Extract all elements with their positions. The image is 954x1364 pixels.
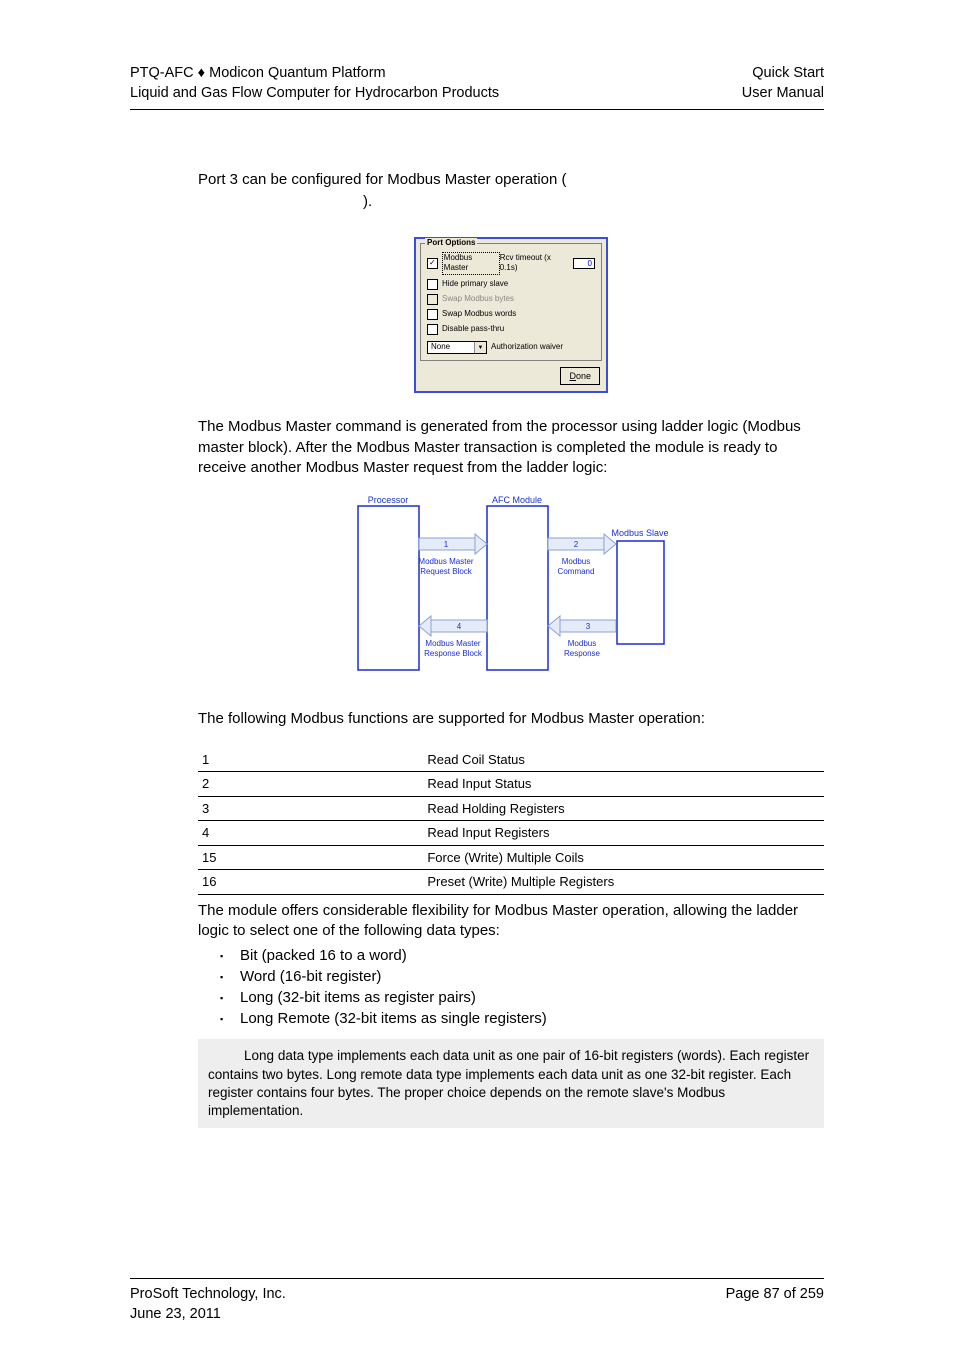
auth-waiver-value: None: [431, 342, 450, 353]
svg-text:Modbus Master: Modbus Master: [425, 639, 480, 648]
rcv-timeout-input[interactable]: 0: [573, 258, 595, 269]
body-para-4: The module offers considerable flexibili…: [198, 901, 824, 942]
table-row: 15Force (Write) Multiple Coils: [198, 845, 824, 870]
svg-text:Command: Command: [558, 567, 595, 576]
list-item: Long (32-bit items as register pairs): [220, 987, 824, 1008]
footer-rule: [130, 1278, 824, 1279]
body-para-2: The Modbus Master command is generated f…: [198, 417, 824, 478]
svg-text:Modbus Slave: Modbus Slave: [611, 528, 668, 538]
auth-waiver-select[interactable]: None ▼: [427, 341, 487, 354]
diamond-icon: ♦: [198, 65, 205, 81]
note-text: Long data type implements each data unit…: [208, 1048, 809, 1118]
table-row: 2Read Input Status: [198, 772, 824, 797]
body-para-1a: Port 3 can be configured for Modbus Mast…: [198, 171, 567, 188]
svg-text:Response: Response: [564, 649, 601, 658]
svg-text:Response Block: Response Block: [424, 649, 483, 658]
svg-text:Modbus: Modbus: [568, 639, 596, 648]
svg-text:2: 2: [574, 540, 579, 549]
svg-text:Modbus: Modbus: [562, 557, 590, 566]
table-row: 16Preset (Write) Multiple Registers: [198, 870, 824, 895]
svg-text:4: 4: [457, 622, 462, 631]
footer-date: June 23, 2011: [130, 1305, 221, 1325]
page-footer: ProSoft Technology, Inc. Page 87 of 259 …: [130, 1278, 824, 1324]
opt-disable-passthru-label: Disable pass-thru: [442, 324, 504, 335]
svg-text:3: 3: [586, 622, 591, 631]
rcv-timeout-label: Rcv timeout (x 0.1s): [500, 253, 570, 275]
svg-text:Request Block: Request Block: [420, 567, 473, 576]
header-subtitle: Liquid and Gas Flow Computer for Hydroca…: [130, 84, 499, 104]
done-button[interactable]: Done: [560, 367, 600, 385]
chevron-down-icon: ▼: [474, 342, 486, 353]
table-row: 1Read Coil Status: [198, 748, 824, 772]
checkbox-swap-words[interactable]: [427, 309, 438, 320]
modbus-flow-diagram: Processor AFC Module Modbus Slave 1 Modb…: [346, 494, 676, 681]
list-item: Bit (packed 16 to a word): [220, 945, 824, 966]
list-item: Long Remote (32-bit items as single regi…: [220, 1008, 824, 1029]
main-content: Port 3 can be configured for Modbus Mast…: [130, 110, 824, 1128]
modbus-functions-table: 1Read Coil Status 2Read Input Status 3Re…: [198, 748, 824, 895]
footer-company: ProSoft Technology, Inc.: [130, 1285, 286, 1305]
data-types-list: Bit (packed 16 to a word) Word (16-bit r…: [198, 945, 824, 1029]
checkbox-swap-bytes: [427, 294, 438, 305]
opt-hide-primary-label: Hide primary slave: [442, 279, 508, 290]
body-para-3: The following Modbus functions are suppo…: [198, 709, 824, 729]
header-section: Quick Start: [752, 64, 824, 84]
list-item: Word (16-bit register): [220, 966, 824, 987]
opt-swap-bytes-label: Swap Modbus bytes: [442, 294, 514, 305]
port-options-legend: Port Options: [425, 238, 477, 249]
auth-waiver-label: Authorization waiver: [491, 342, 563, 353]
note-box: Note: Long data type implements each dat…: [198, 1039, 824, 1128]
checkbox-modbus-master[interactable]: ✓: [427, 258, 438, 269]
svg-text:Modbus Master: Modbus Master: [418, 557, 473, 566]
header-platform: Modicon Quantum Platform: [209, 65, 386, 81]
svg-text:1: 1: [444, 540, 449, 549]
svg-text:Processor: Processor: [368, 495, 409, 505]
header-product-code: PTQ-AFC: [130, 65, 194, 81]
page-header: PTQ-AFC ♦ Modicon Quantum Platform Quick…: [130, 64, 824, 110]
checkbox-hide-primary[interactable]: [427, 279, 438, 290]
footer-page-number: Page 87 of 259: [726, 1285, 824, 1305]
opt-modbus-master-label: Modbus Master: [442, 252, 500, 276]
checkbox-disable-passthru[interactable]: [427, 324, 438, 335]
body-para-1b: ).: [363, 193, 372, 210]
table-row: 3Read Holding Registers: [198, 796, 824, 821]
header-doc-type: User Manual: [742, 84, 824, 104]
port-options-dialog: Port Options ✓ Modbus Master Rcv timeout…: [414, 237, 608, 394]
svg-text:AFC Module: AFC Module: [492, 495, 542, 505]
opt-swap-words-label: Swap Modbus words: [442, 309, 516, 320]
table-row: 4Read Input Registers: [198, 821, 824, 846]
